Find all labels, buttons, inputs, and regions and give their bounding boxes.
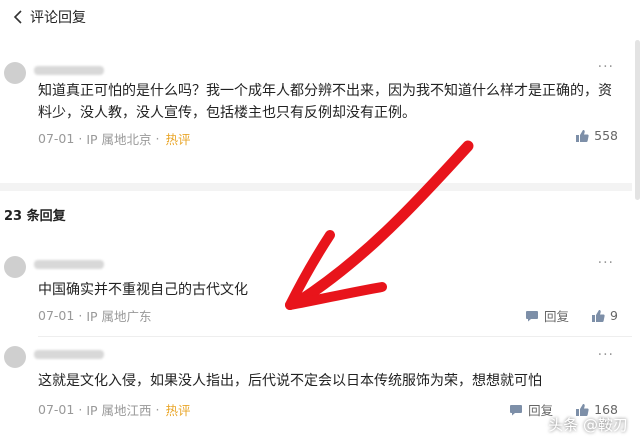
- comment-actions: 558: [575, 128, 618, 143]
- ip-location: IP 属地江西: [86, 403, 152, 418]
- thumbs-up-icon: [592, 309, 605, 322]
- meta-separator: ·: [155, 402, 160, 417]
- username-blurred[interactable]: [34, 66, 104, 75]
- watermark: 头条 @鞍刃: [548, 416, 628, 434]
- hot-badge: 热评: [165, 403, 191, 418]
- ip-location: IP 属地北京: [86, 132, 152, 147]
- back-arrow-icon[interactable]: [6, 5, 30, 29]
- comment-text: 知道真正可怕的是什么吗？我一个成年人都分辨不出来，因为我不知道什么样才是正确的，…: [38, 83, 612, 121]
- meta-separator: ·: [155, 131, 160, 146]
- page-title: 评论回复: [30, 10, 86, 26]
- like-button[interactable]: 558: [575, 128, 618, 143]
- reply-label: 回复: [544, 309, 570, 324]
- meta-separator: ·: [78, 131, 83, 146]
- reply-meta: 07-01 · IP 属地江西 · 热评: [38, 400, 191, 419]
- reply-meta: 07-01 · IP 属地广东: [38, 306, 152, 325]
- reply-count: 23 条回复: [4, 209, 66, 224]
- like-count: 9: [610, 308, 618, 323]
- more-options-icon[interactable]: ···: [598, 60, 614, 74]
- reply-button[interactable]: 回复: [525, 306, 569, 325]
- avatar[interactable]: [4, 346, 26, 368]
- username-blurred[interactable]: [34, 350, 104, 359]
- section-divider: [0, 183, 632, 191]
- reply-text: 这就是文化入侵，如果没人指出，后代说不定会以日本传统服饰为荣，想想就可怕: [38, 373, 542, 389]
- row-divider: [38, 336, 632, 337]
- more-options-icon[interactable]: ···: [598, 348, 614, 362]
- reply-date: 07-01: [38, 402, 75, 417]
- hot-badge: 热评: [165, 132, 191, 147]
- meta-separator: ·: [78, 308, 83, 323]
- meta-separator: ·: [78, 402, 83, 417]
- comment-date: 07-01: [38, 131, 75, 146]
- reply-actions: 回复 9: [525, 306, 618, 325]
- more-options-icon[interactable]: ···: [598, 256, 614, 270]
- avatar[interactable]: [4, 62, 26, 84]
- scrollbar[interactable]: [635, 40, 640, 200]
- like-count: 558: [594, 128, 618, 143]
- thumbs-up-icon: [576, 129, 589, 142]
- reply-date: 07-01: [38, 308, 75, 323]
- reply-button[interactable]: 回复: [509, 400, 553, 419]
- like-button[interactable]: 9: [591, 308, 618, 323]
- comment-bubble-icon: [510, 404, 523, 415]
- username-blurred[interactable]: [34, 260, 104, 269]
- reply-text: 中国确实并不重视自己的古代文化: [38, 282, 248, 298]
- top-bar: 评论回复: [0, 0, 640, 34]
- comment-meta: 07-01 · IP 属地北京 · 热评: [38, 129, 191, 148]
- comment-bubble-icon: [526, 310, 539, 321]
- avatar[interactable]: [4, 256, 26, 278]
- ip-location: IP 属地广东: [86, 309, 152, 324]
